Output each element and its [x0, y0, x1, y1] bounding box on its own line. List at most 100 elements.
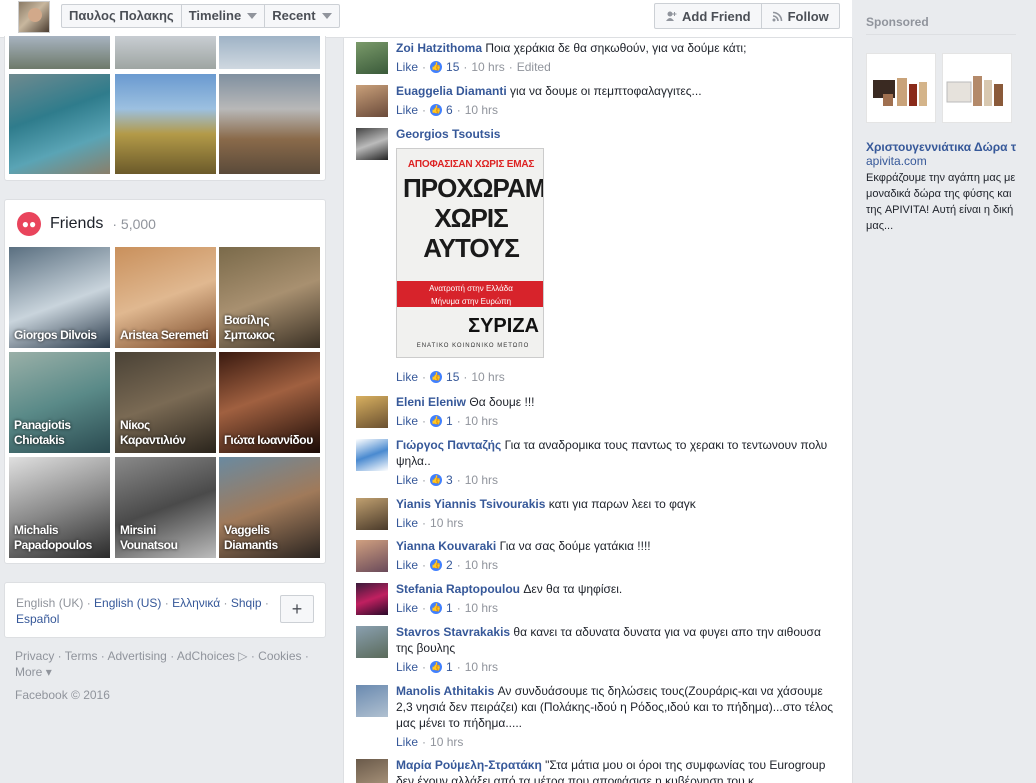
- timeline-dropdown[interactable]: Timeline: [182, 5, 266, 27]
- language-card: English (UK) · English (US) · Ελληνικά ·…: [4, 582, 326, 638]
- like-count[interactable]: 1: [446, 659, 453, 675]
- comment-image[interactable]: ΑΠΟΦΑΣΙΣΑΝ ΧΩΡΙΣ ΕΜΑΣ ΠΡΟΧΩΡΑΜΕ ΧΩΡΙΣ ΑΥ…: [396, 148, 544, 358]
- friend-tile[interactable]: Νίκος Καραντιλιόν: [115, 352, 216, 453]
- avatar[interactable]: [356, 759, 388, 783]
- avatar[interactable]: [356, 583, 388, 615]
- comment-time[interactable]: 10 hrs: [430, 515, 463, 531]
- comment-time[interactable]: 10 hrs: [465, 659, 498, 675]
- photo-thumb[interactable]: [219, 74, 320, 174]
- photo-thumb[interactable]: [115, 36, 216, 69]
- comment-time[interactable]: 10 hrs: [465, 472, 498, 488]
- avatar[interactable]: [356, 540, 388, 572]
- comment-author[interactable]: Γιώργος Πανταζής: [396, 438, 501, 452]
- footer-link-more[interactable]: More ▾: [15, 665, 52, 679]
- comment-text: Για να σας δούμε γατάκια !!!!: [499, 539, 651, 553]
- like-link[interactable]: Like: [396, 59, 418, 75]
- comment-time[interactable]: 10 hrs: [471, 369, 504, 385]
- like-link[interactable]: Like: [396, 102, 418, 118]
- recent-dropdown[interactable]: Recent: [265, 5, 338, 27]
- friend-tile[interactable]: Γιώτα Ιωαννίδου: [219, 352, 320, 453]
- avatar[interactable]: [356, 396, 388, 428]
- footer-link-privacy[interactable]: Privacy: [15, 649, 54, 663]
- like-link[interactable]: Like: [396, 557, 418, 573]
- add-language-button[interactable]: +: [280, 595, 314, 623]
- ad-image[interactable]: [866, 53, 936, 123]
- like-link[interactable]: Like: [396, 734, 418, 750]
- comment-time[interactable]: 10 hrs: [430, 734, 463, 750]
- comment-time[interactable]: 10 hrs: [465, 600, 498, 616]
- comment-author[interactable]: Georgios Tsoutsis: [396, 127, 500, 141]
- comment-text: Θα δουμε !!!: [469, 395, 535, 409]
- comment-time[interactable]: 10 hrs: [465, 557, 498, 573]
- comment-time[interactable]: 10 hrs: [471, 59, 504, 75]
- language-current: English (UK): [16, 596, 84, 610]
- comment-time[interactable]: 10 hrs: [465, 102, 498, 118]
- language-link[interactable]: English (US): [94, 596, 161, 610]
- like-count[interactable]: 15: [446, 59, 459, 75]
- avatar[interactable]: [356, 439, 388, 471]
- like-count[interactable]: 1: [446, 413, 453, 429]
- like-link[interactable]: Like: [396, 413, 418, 429]
- footer-link-terms[interactable]: Terms: [65, 649, 98, 663]
- comment-author[interactable]: Manolis Athitakis: [396, 684, 494, 698]
- ad-image[interactable]: [942, 53, 1012, 123]
- rss-follow-icon: [772, 11, 782, 21]
- friend-tile[interactable]: Giorgos Dilvois: [9, 247, 110, 348]
- add-friend-icon: [666, 11, 677, 21]
- friend-tile[interactable]: Βασίλης Σμπωκος: [219, 247, 320, 348]
- photo-thumb[interactable]: [9, 36, 110, 69]
- avatar[interactable]: [356, 128, 388, 160]
- comment-author[interactable]: Zoi Hatzithoma: [396, 41, 482, 55]
- comment-author[interactable]: Stavros Stavrakakis: [396, 625, 510, 639]
- comment-author[interactable]: Yianis Yiannis Tsivourakis: [396, 497, 545, 511]
- add-friend-button[interactable]: Add Friend: [655, 4, 762, 28]
- like-count[interactable]: 3: [446, 472, 453, 488]
- like-count[interactable]: 1: [446, 600, 453, 616]
- comment-author[interactable]: Stefania Raptopoulou: [396, 582, 520, 596]
- ad-domain[interactable]: apivita.com: [866, 154, 927, 168]
- like-link[interactable]: Like: [396, 659, 418, 675]
- friend-tile[interactable]: Mirsini Vounatsou: [115, 457, 216, 558]
- edited-label[interactable]: Edited: [517, 59, 551, 75]
- follow-button[interactable]: Follow: [762, 4, 839, 28]
- friend-tile[interactable]: Aristea Seremeti: [115, 247, 216, 348]
- ad-title[interactable]: Χριστουγεννιάτικα Δώρα τ...: [866, 140, 1016, 154]
- chevron-down-icon: [321, 13, 332, 19]
- like-link[interactable]: Like: [396, 369, 418, 385]
- footer-link-advertising[interactable]: Advertising: [107, 649, 166, 663]
- comment-author[interactable]: Eleni Eleniw: [396, 395, 466, 409]
- friends-title[interactable]: Friends: [50, 215, 103, 233]
- profile-name-button[interactable]: Παυλος Πολακης: [62, 5, 182, 27]
- comment-time[interactable]: 10 hrs: [465, 413, 498, 429]
- profile-nav: Παυλος Πολακης Timeline Recent: [61, 4, 340, 28]
- friend-tile[interactable]: Michalis Papadopoulos: [9, 457, 110, 558]
- like-link[interactable]: Like: [396, 472, 418, 488]
- photo-thumb[interactable]: [219, 36, 320, 69]
- friend-tile[interactable]: Panagiotis Chiotakis: [9, 352, 110, 453]
- language-link[interactable]: Español: [16, 612, 59, 626]
- chevron-down-icon: [247, 13, 258, 19]
- profile-avatar[interactable]: [18, 1, 50, 33]
- photo-thumb[interactable]: [115, 74, 216, 174]
- like-link[interactable]: Like: [396, 515, 418, 531]
- language-link[interactable]: Ελληνικά: [172, 596, 220, 610]
- comment-author[interactable]: Μαρία Ρούμελη-Στρατάκη: [396, 758, 542, 772]
- avatar[interactable]: [356, 685, 388, 717]
- like-count[interactable]: 2: [446, 557, 453, 573]
- comment-author[interactable]: Euaggelia Diamanti: [396, 84, 507, 98]
- thumbs-up-icon: 👍: [430, 104, 443, 116]
- like-link[interactable]: Like: [396, 600, 418, 616]
- like-count[interactable]: 15: [446, 369, 459, 385]
- photo-thumb[interactable]: [9, 74, 110, 174]
- footer-link-adchoices[interactable]: AdChoices: [177, 649, 235, 663]
- avatar[interactable]: [356, 42, 388, 74]
- comment-author[interactable]: Yianna Kouvaraki: [396, 539, 496, 553]
- language-link[interactable]: Shqip: [231, 596, 262, 610]
- avatar[interactable]: [356, 626, 388, 658]
- like-count[interactable]: 6: [446, 102, 453, 118]
- friends-header[interactable]: ●● Friends · 5,000: [17, 212, 156, 236]
- friend-tile[interactable]: Vaggelis Diamantis: [219, 457, 320, 558]
- footer-link-cookies[interactable]: Cookies: [258, 649, 301, 663]
- avatar[interactable]: [356, 85, 388, 117]
- avatar[interactable]: [356, 498, 388, 530]
